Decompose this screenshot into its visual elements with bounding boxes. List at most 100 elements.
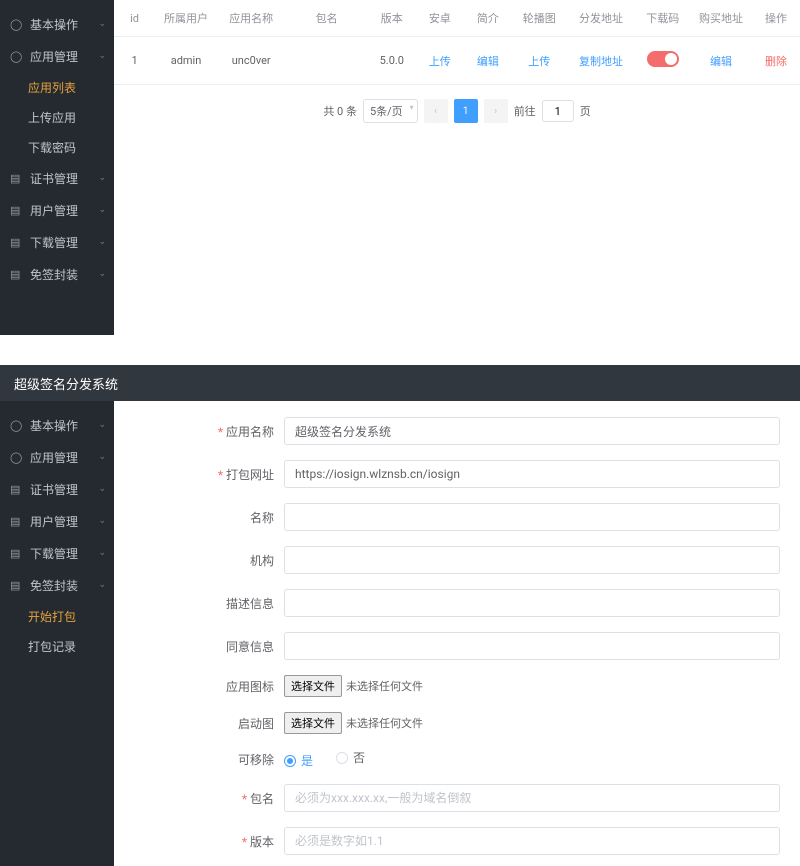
nav-app-mgmt-2[interactable]: ◯应用管理⌄ xyxy=(0,441,114,473)
th-dlcode: 下载码 xyxy=(635,0,690,37)
intro-edit-link[interactable]: 编辑 xyxy=(477,55,499,68)
nav-basic-ops-2[interactable]: ◯基本操作⌄ xyxy=(0,409,114,441)
nav-free-sign[interactable]: ▤免签封装⌄ xyxy=(0,258,114,290)
nav-label: 下载密码 xyxy=(28,139,76,156)
nav-label: 应用管理 xyxy=(30,48,78,65)
chevron-down-icon: ⌄ xyxy=(98,19,106,29)
dlcode-switch[interactable] xyxy=(647,51,679,67)
nav-label: 打包记录 xyxy=(28,638,76,655)
nav-download-mgmt[interactable]: ▤下载管理⌄ xyxy=(0,226,114,258)
nav-cert-mgmt-2[interactable]: ▤证书管理⌄ xyxy=(0,473,114,505)
label-pkg: 包名 xyxy=(114,790,284,807)
chevron-down-icon: ⌄ xyxy=(98,452,106,462)
chevron-down-icon: ⌄ xyxy=(98,173,106,183)
list-icon: ▤ xyxy=(10,172,24,185)
sidebar-1: ◯基本操作⌄ ◯应用管理⌄ 应用列表 上传应用 下载密码 ▤证书管理⌄ ▤用户管… xyxy=(0,0,114,335)
cell-id: 1 xyxy=(114,37,155,85)
total-text: 共 0 条 xyxy=(323,103,357,119)
nav-label: 基本操作 xyxy=(30,16,78,33)
list-icon: ▤ xyxy=(10,236,24,249)
agree-input[interactable] xyxy=(284,632,780,660)
list-icon: ▤ xyxy=(10,483,24,496)
app-name-input[interactable] xyxy=(284,417,780,445)
nav-user-mgmt[interactable]: ▤ 用户管理 ⌄ xyxy=(0,194,114,226)
buy-edit-link[interactable]: 编辑 xyxy=(710,55,732,68)
chevron-down-icon: ⌄ xyxy=(98,205,106,215)
package-form: 应用名称 打包网址 名称 机构 描述信息 同意信息 应用图标选择文件未选择任何文… xyxy=(114,401,800,866)
th-ver: 版本 xyxy=(368,0,416,37)
th-op: 操作 xyxy=(752,0,800,37)
version-input[interactable] xyxy=(284,827,780,855)
label-org: 机构 xyxy=(114,552,284,569)
pack-url-input[interactable] xyxy=(284,460,780,488)
radio-dot-icon xyxy=(284,755,296,767)
chevron-down-icon: ⌄ xyxy=(98,484,106,494)
table-row: 1 admin unc0ver 5.0.0 上传 编辑 上传 复制地址 编辑 删… xyxy=(114,37,800,85)
nav-app-list[interactable]: 应用列表 xyxy=(0,72,114,102)
app-icon-file-button[interactable]: 选择文件 xyxy=(284,675,342,697)
carousel-upload-link[interactable]: 上传 xyxy=(528,55,550,68)
android-upload-link[interactable]: 上传 xyxy=(429,55,451,68)
nav-app-mgmt[interactable]: ◯应用管理⌄ xyxy=(0,40,114,72)
pkg-input[interactable] xyxy=(284,784,780,812)
cell-pkg xyxy=(285,37,367,85)
th-id: id xyxy=(114,0,155,37)
page-1-button[interactable]: 1 xyxy=(454,99,478,123)
per-page-select[interactable]: 5条/页 xyxy=(363,99,418,123)
jump-suffix: 页 xyxy=(580,103,591,119)
chevron-down-icon: ⌄ xyxy=(98,51,106,61)
app-icon-file-text: 未选择任何文件 xyxy=(346,680,423,693)
radio-label: 否 xyxy=(353,749,365,766)
nav-start-package[interactable]: 开始打包 xyxy=(0,601,114,631)
splash-file-button[interactable]: 选择文件 xyxy=(284,712,342,734)
th-android: 安卓 xyxy=(416,0,464,37)
radio-dot-icon xyxy=(336,752,348,764)
removable-yes-radio[interactable]: 是 xyxy=(284,752,313,769)
nav-label: 用户管理 xyxy=(30,202,78,219)
cell-user: admin xyxy=(155,37,217,85)
cell-name: unc0ver xyxy=(217,37,286,85)
nav-label: 基本操作 xyxy=(30,417,78,434)
nav-upload-app[interactable]: 上传应用 xyxy=(0,102,114,132)
next-page-button[interactable]: › xyxy=(484,99,508,123)
nav-package-records[interactable]: 打包记录 xyxy=(0,631,114,661)
nav-label: 免签封装 xyxy=(30,577,78,594)
package-panel: 超级签名分发系统 ◯基本操作⌄ ◯应用管理⌄ ▤证书管理⌄ ▤用户管理⌄ ▤下载… xyxy=(0,365,800,866)
jump-page-input[interactable] xyxy=(542,100,574,122)
nav-basic-ops[interactable]: ◯基本操作⌄ xyxy=(0,8,114,40)
content-area: id 所属用户 应用名称 包名 版本 安卓 简介 轮播图 分发地址 下载码 购买… xyxy=(114,0,800,335)
list-icon: ▤ xyxy=(10,268,24,281)
nav-free-sign-2[interactable]: ▤免签封装⌄ xyxy=(0,569,114,601)
th-name: 应用名称 xyxy=(217,0,286,37)
delete-link[interactable]: 删除 xyxy=(765,55,787,68)
label-pack-url: 打包网址 xyxy=(114,466,284,483)
user-icon: ◯ xyxy=(10,419,24,432)
label-removable: 可移除 xyxy=(114,751,284,768)
nav-download-mgmt-2[interactable]: ▤下载管理⌄ xyxy=(0,537,114,569)
org-input[interactable] xyxy=(284,546,780,574)
nav-cert-mgmt[interactable]: ▤ 证书管理 ⌄ xyxy=(0,162,114,194)
nav-label: 下载管理 xyxy=(30,545,78,562)
cell-ver: 5.0.0 xyxy=(368,37,416,85)
sidebar-2: ◯ 基本操作 ⌄ ◯应用管理⌄ ▤证书管理⌄ ▤用户管理⌄ ▤下载管理⌄ ▤ 免签封装… xyxy=(0,401,114,866)
chevron-down-icon: ⌄ xyxy=(98,237,106,247)
prev-page-button[interactable]: ‹ xyxy=(424,99,448,123)
nav-label: 证书管理 xyxy=(30,170,78,187)
label-app-icon: 应用图标 xyxy=(114,678,284,695)
list-icon: ▤ xyxy=(10,204,24,217)
label-app-name: 应用名称 xyxy=(114,423,284,440)
label-desc: 描述信息 xyxy=(114,595,284,612)
dist-copy-link[interactable]: 复制地址 xyxy=(579,55,623,68)
nav-download-pwd[interactable]: 下载密码 xyxy=(0,132,114,162)
radio-label: 是 xyxy=(301,752,313,769)
nav-user-mgmt-2[interactable]: ▤用户管理⌄ xyxy=(0,505,114,537)
name-input[interactable] xyxy=(284,503,780,531)
chevron-down-icon: ⌄ xyxy=(98,580,106,590)
label-name: 名称 xyxy=(114,509,284,526)
table-header-row: id 所属用户 应用名称 包名 版本 安卓 简介 轮播图 分发地址 下载码 购买… xyxy=(114,0,800,37)
removable-no-radio[interactable]: 否 xyxy=(336,749,365,766)
th-intro: 简介 xyxy=(464,0,512,37)
desc-input[interactable] xyxy=(284,589,780,617)
label-agree: 同意信息 xyxy=(114,638,284,655)
th-dist: 分发地址 xyxy=(567,0,636,37)
